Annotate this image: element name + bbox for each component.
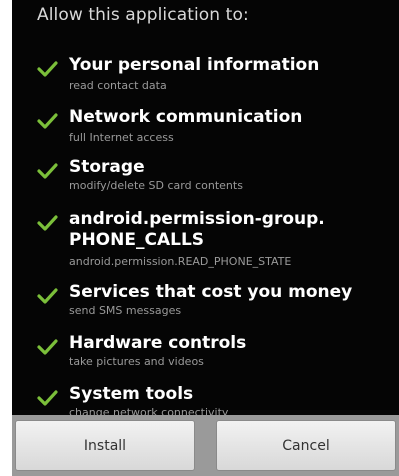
permission-description: android.permission.READ_PHONE_STATE xyxy=(69,255,292,268)
install-button[interactable]: Install xyxy=(15,420,195,471)
check-icon xyxy=(37,163,58,179)
permission-title: Hardware controls xyxy=(69,333,247,353)
check-icon xyxy=(37,215,58,231)
permission-description: full Internet access xyxy=(69,131,174,144)
check-icon xyxy=(37,339,58,355)
permission-list[interactable]: Your personal information read contact d… xyxy=(12,0,399,415)
permission-title: Services that cost you money xyxy=(69,282,353,302)
permission-title-line1: android.permission-group. xyxy=(69,209,325,229)
permission-description: modify/delete SD card contents xyxy=(69,179,243,192)
permission-description: change network connectivity xyxy=(69,406,229,415)
permission-title: Your personal information xyxy=(69,55,320,75)
check-icon xyxy=(37,288,58,304)
check-icon xyxy=(37,61,58,77)
check-icon xyxy=(37,390,58,406)
permission-description: send SMS messages xyxy=(69,304,182,317)
permission-title: Network communication xyxy=(69,107,303,127)
permission-description: read contact data xyxy=(69,79,167,92)
check-icon xyxy=(37,113,58,129)
cancel-button[interactable]: Cancel xyxy=(216,420,396,471)
permissions-screen: Allow this application to: Your personal… xyxy=(12,0,399,476)
permission-title-line2: PHONE_CALLS xyxy=(69,230,205,250)
permission-description: take pictures and videos xyxy=(69,355,204,368)
permission-title: System tools xyxy=(69,384,194,404)
button-bar: Install Cancel xyxy=(12,415,399,476)
permission-title: Storage xyxy=(69,157,145,177)
